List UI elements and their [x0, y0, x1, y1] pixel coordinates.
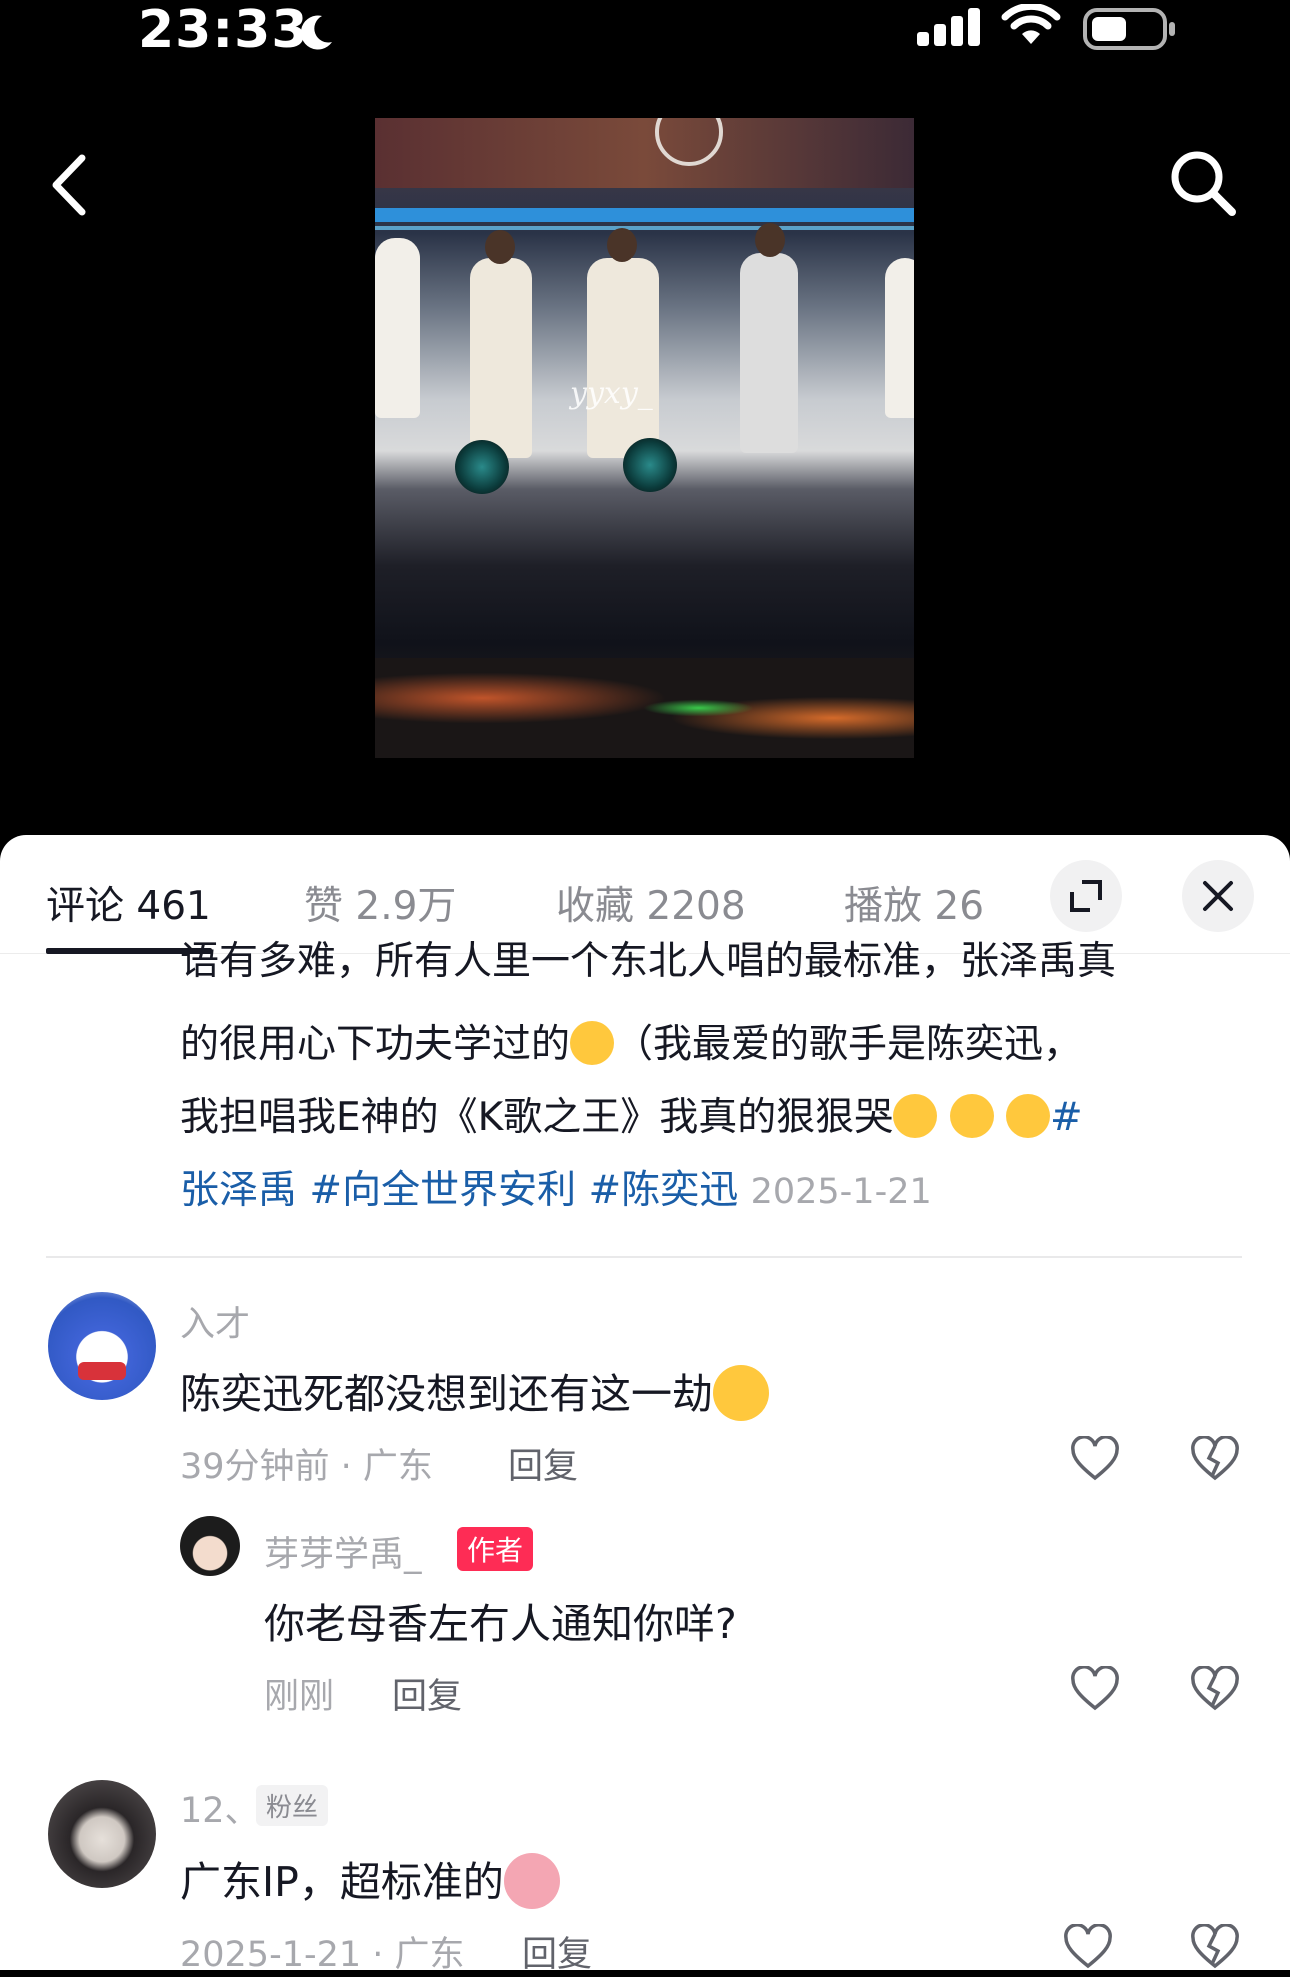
expand-button[interactable]	[1050, 860, 1122, 932]
comment-meta: 2025-1-21 · 广东	[180, 1935, 465, 1975]
stage-light	[375, 226, 914, 230]
stage-light	[375, 208, 914, 222]
performer	[470, 258, 532, 458]
avatar[interactable]	[48, 1780, 156, 1888]
reply-button[interactable]: 回复	[508, 1438, 578, 1489]
stage-backdrop	[375, 118, 914, 188]
broken-heart-icon[interactable]	[1190, 1436, 1240, 1482]
crying-emoji-icon	[570, 1020, 615, 1065]
author-badge: 作者	[457, 1527, 534, 1571]
broken-heart-icon[interactable]	[1190, 1924, 1240, 1970]
post-text-line: 张泽禹 #向全世界安利 #陈奕迅 2025-1-21	[180, 1154, 932, 1229]
search-icon[interactable]	[1168, 148, 1238, 218]
tab-likes[interactable]: 赞 2.9万	[304, 875, 456, 931]
comment-text: 广东IP，超标准的	[180, 1848, 560, 1913]
wifi-icon	[1001, 4, 1061, 44]
cellular-signal-icon	[917, 8, 980, 46]
performer	[375, 238, 420, 418]
reply-button[interactable]: 回复	[522, 1926, 592, 1977]
status-bar: 23:33	[0, 0, 1290, 70]
crying-emoji-icon	[949, 1093, 994, 1138]
comment-body: 陈奕迅死都没想到还有这一劫	[180, 1370, 713, 1418]
expand-icon	[1070, 880, 1102, 912]
audience	[375, 658, 914, 758]
hashtag-link[interactable]: #	[1050, 1095, 1083, 1140]
comment-meta: 39分钟前 · 广东	[180, 1447, 433, 1487]
stage-speaker	[455, 440, 509, 494]
tab-plays[interactable]: 播放 26	[844, 875, 984, 931]
reply-username[interactable]: 芽芽学禹_	[264, 1526, 422, 1577]
post-text-line: 的很用心下功夫学过的 （我最爱的歌手是陈奕迅，	[180, 1008, 1082, 1081]
post-date: 2025-1-21	[750, 1172, 932, 1212]
moon-icon	[300, 15, 332, 50]
performer	[587, 258, 659, 458]
comment-body: 广东IP，超标准的	[180, 1858, 504, 1906]
avatar[interactable]	[48, 1292, 156, 1400]
video-player[interactable]: yyxy_	[375, 118, 914, 758]
back-icon[interactable]	[44, 150, 94, 220]
video-watermark: yyxy_	[570, 376, 653, 411]
comment-username[interactable]: 入才	[180, 1296, 250, 1347]
performer	[885, 258, 914, 418]
reply-button[interactable]: 回复	[392, 1668, 462, 1719]
performer-head	[755, 223, 785, 257]
performer-head	[607, 228, 637, 262]
heart-icon[interactable]	[1070, 1666, 1120, 1712]
divider	[46, 1256, 1242, 1258]
post-text: 我担唱我E神的《K歌之王》我真的狠狠哭	[180, 1095, 894, 1140]
heart-icon[interactable]	[1058, 1924, 1118, 1970]
laughing-crying-emoji-icon	[713, 1365, 769, 1421]
fan-badge: 粉丝	[256, 1785, 329, 1826]
comment-text: 陈奕迅死都没想到还有这一劫	[180, 1360, 769, 1425]
status-time: 23:33	[138, 0, 309, 60]
avatar[interactable]	[180, 1516, 240, 1576]
post-text-line: 语有多难，所有人里一个东北人唱的最标准，张泽禹真	[180, 935, 1116, 1015]
reply-text: 你老母香左冇人通知你咩?	[264, 1600, 737, 1648]
close-icon	[1203, 881, 1233, 911]
stage-speaker	[623, 438, 677, 492]
performer-head	[485, 230, 515, 264]
reply-meta: 刚刚	[264, 1677, 335, 1717]
post-text: （我最爱的歌手是陈奕迅，	[614, 1022, 1083, 1067]
avatar-scarf	[78, 1362, 126, 1380]
crying-emoji-icon	[1006, 1093, 1051, 1138]
tab-comments[interactable]: 评论 461	[46, 875, 211, 931]
comment-username[interactable]: 12、	[180, 1782, 260, 1833]
hashtag-link[interactable]: 张泽禹	[180, 1168, 297, 1213]
post-text: 语有多难，所有人里一个东北人唱的最标准，张泽禹真	[180, 939, 1117, 984]
pig-emoji-icon	[503, 1853, 560, 1909]
crying-emoji-icon	[893, 1093, 938, 1138]
performer	[740, 253, 798, 453]
broken-heart-icon[interactable]	[1190, 1666, 1240, 1712]
post-text-line: 我担唱我E神的《K歌之王》我真的狠狠哭 #	[180, 1081, 1083, 1154]
close-button[interactable]	[1182, 860, 1254, 932]
battery-icon	[1083, 8, 1175, 50]
tab-favorites[interactable]: 收藏 2208	[556, 875, 746, 931]
hashtag-link[interactable]: #陈奕迅	[589, 1168, 739, 1213]
hashtag-link[interactable]: #向全世界安利	[309, 1168, 576, 1213]
heart-icon[interactable]	[1070, 1436, 1120, 1482]
post-text: 的很用心下功夫学过的	[180, 1022, 571, 1067]
